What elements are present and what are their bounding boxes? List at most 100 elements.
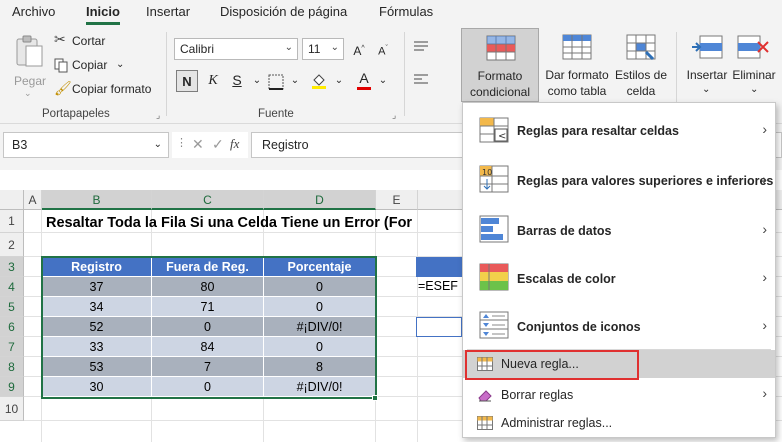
italic-icon[interactable]: K (202, 70, 224, 92)
table-cell[interactable]: #¡DIV/0! (264, 377, 376, 397)
insert-button[interactable]: Insertar ⌄ (684, 28, 730, 102)
table-row: 34 71 0 (42, 297, 376, 317)
fill-color-icon[interactable] (310, 72, 328, 90)
table-cell[interactable]: 0 (152, 317, 264, 337)
chevron-down-icon: ⌄ (24, 88, 32, 98)
cell-e4[interactable]: =ESEF (418, 279, 458, 293)
table-cell[interactable]: 52 (42, 317, 152, 337)
highlight-annotation-box (465, 350, 639, 380)
table-cell[interactable]: 37 (42, 277, 152, 297)
cell-styles-icon (626, 34, 656, 60)
menu-item-icon-sets[interactable]: Conjuntos de iconos › (463, 301, 775, 349)
table-cell[interactable]: 0 (264, 277, 376, 297)
formula-content: Registro (262, 138, 309, 152)
menu-item-top-bottom-rules[interactable]: 10 Reglas para valores superiores e infe… (463, 155, 775, 203)
table-cell[interactable]: 84 (152, 337, 264, 357)
table-cell[interactable]: 34 (42, 297, 152, 317)
conditional-format-button[interactable]: Formato condicional (461, 28, 539, 102)
row-header-10[interactable]: 10 (0, 397, 24, 421)
dialog-launcher-icon[interactable]: ⌟ (156, 110, 160, 121)
table-header-cell[interactable]: Fuera de Reg. (152, 257, 264, 277)
row-header-8[interactable]: 8 (0, 357, 24, 377)
menu-item-highlight-rules[interactable]: < Reglas para resaltar celdas › (463, 107, 775, 153)
fill-handle[interactable] (372, 395, 378, 401)
column-header-e[interactable]: E (376, 190, 418, 210)
shrink-font-icon[interactable]: Aˇ (372, 38, 394, 60)
menu-item-label: Reglas para resaltar celdas (517, 124, 679, 138)
table-header-cell[interactable]: Registro (42, 257, 152, 277)
copy-format-button[interactable]: 🖌 Copiar formato (54, 80, 158, 99)
svg-text:10: 10 (482, 168, 492, 177)
table-cell[interactable]: 7 (152, 357, 264, 377)
bold-button[interactable]: N (176, 70, 198, 92)
tab-formulas[interactable]: Fórmulas (379, 4, 433, 19)
row-header-6[interactable]: 6 (0, 317, 24, 337)
menu-item-clear-rules[interactable]: Borrar reglas › (463, 381, 775, 409)
row-header-3[interactable]: 3 (0, 257, 24, 277)
table-cell[interactable]: 0 (264, 297, 376, 317)
row-header-7[interactable]: 7 (0, 337, 24, 357)
underline-icon[interactable]: S (226, 70, 248, 92)
menu-item-manage-rules[interactable]: Administrar reglas... (463, 409, 775, 437)
column-header-b[interactable]: B (42, 190, 152, 210)
tab-disposicion[interactable]: Disposición de página (220, 4, 347, 19)
delete-label: Eliminar (732, 68, 776, 82)
table-cell[interactable]: 53 (42, 357, 152, 377)
copy-button[interactable]: Copiar ⌄ (54, 57, 134, 75)
tab-insertar[interactable]: Insertar (146, 4, 190, 19)
column-header-a[interactable]: A (24, 190, 42, 210)
menu-item-label: Borrar reglas (501, 388, 574, 402)
cell-e3[interactable] (416, 257, 462, 277)
table-cell[interactable]: #¡DIV/0! (264, 317, 376, 337)
font-size-combo[interactable]: 11 ⌄ (302, 38, 344, 60)
font-name-combo[interactable]: Calibri ⌄ (174, 38, 298, 60)
cancel-icon[interactable]: ✕ (192, 136, 204, 153)
delete-button[interactable]: Eliminar ⌄ (730, 28, 778, 102)
cell-styles-button[interactable]: Estilos de celda (612, 28, 670, 102)
name-box[interactable]: B3 ⌄ (3, 132, 169, 158)
menu-item-color-scales[interactable]: Escalas de color › (463, 253, 775, 301)
table-cell[interactable]: 71 (152, 297, 264, 317)
row-header-5[interactable]: 5 (0, 297, 24, 317)
fx-icon[interactable]: fx (230, 136, 239, 152)
menu-item-data-bars[interactable]: Barras de datos › (463, 205, 775, 253)
row-header-2[interactable]: 2 (0, 233, 24, 257)
cell-e6[interactable] (416, 317, 462, 337)
color-scales-icon (479, 263, 509, 291)
chevron-down-icon[interactable]: ⌄ (328, 70, 350, 92)
tab-inicio[interactable]: Inicio (86, 4, 120, 19)
chevron-down-icon[interactable]: ⌄ (284, 70, 306, 92)
menu-bar: Archivo Inicio Insertar Disposición de p… (0, 0, 782, 26)
grow-font-icon[interactable]: A^ (348, 38, 370, 60)
format-as-table-button[interactable]: Dar formato como tabla (542, 28, 612, 102)
chevron-down-icon[interactable]: ⌄ (246, 70, 268, 92)
borders-icon[interactable] (268, 74, 284, 90)
table-cell[interactable]: 33 (42, 337, 152, 357)
column-header-d[interactable]: D (264, 190, 376, 210)
table-cell[interactable]: 8 (264, 357, 376, 377)
font-color-icon[interactable]: A (356, 70, 372, 92)
row-header-9[interactable]: 9 (0, 377, 24, 397)
paste-button[interactable]: Pegar ⌄ (8, 32, 50, 98)
table-cell[interactable]: 80 (152, 277, 264, 297)
align-left-icon[interactable] (412, 72, 430, 88)
tab-archivo[interactable]: Archivo (12, 4, 55, 19)
row-header-1[interactable]: 1 (0, 210, 24, 233)
formula-buttons: ⋮ ✕ ✓ fx (172, 132, 248, 158)
select-all-corner[interactable] (0, 190, 24, 210)
align-top-icon[interactable] (412, 40, 430, 56)
row-header-4[interactable]: 4 (0, 277, 24, 297)
chevron-right-icon: › (762, 317, 767, 333)
manage-rules-icon (477, 416, 493, 430)
column-header-c[interactable]: C (152, 190, 264, 210)
confirm-icon[interactable]: ✓ (212, 136, 224, 153)
table-cell[interactable]: 0 (152, 377, 264, 397)
cell-styles-label-2: celda (626, 84, 656, 98)
chevron-down-icon[interactable]: ⌄ (372, 70, 394, 92)
cut-button[interactable]: ✂ Cortar (54, 31, 124, 51)
table-cell[interactable]: 30 (42, 377, 152, 397)
table-cell[interactable]: 0 (264, 337, 376, 357)
dialog-launcher-icon[interactable]: ⌟ (392, 110, 396, 121)
table-row: 52 0 #¡DIV/0! (42, 317, 376, 337)
table-header-cell[interactable]: Porcentaje (264, 257, 376, 277)
